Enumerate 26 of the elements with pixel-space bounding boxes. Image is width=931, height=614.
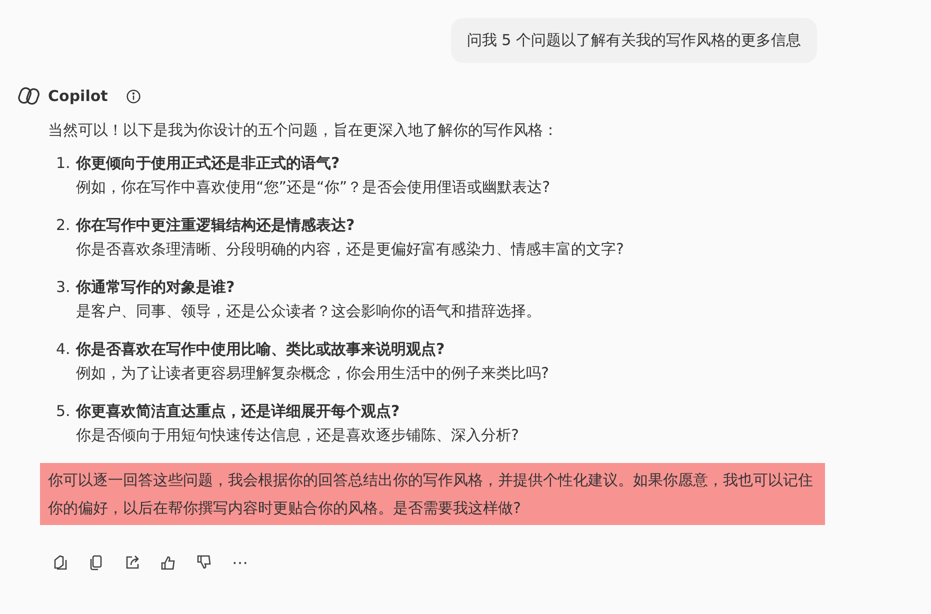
user-message: 问我 5 个问题以了解有关我的写作风格的更多信息 (450, 18, 817, 63)
assistant-name: Copilot (48, 87, 108, 105)
closing-text: 你可以逐一回答这些问题，我会根据你的回答总结出你的写作风格，并提供个性化建议。如果你愿意，我也可以记住你的偏好，以后在帮你撰写内容时更贴合你的风格。是否需要我这样做? (40, 463, 825, 525)
question-detail: 是客户、同事、领导，还是公众读者？这会影响你的语气和措辞选择。 (76, 301, 541, 322)
question-detail: 例如，你在写作中喜欢使用“您”还是“你”？是否会使用俚语或幽默表达? (76, 177, 550, 198)
share-icon[interactable] (124, 554, 141, 571)
info-icon[interactable] (126, 88, 141, 104)
question-title: 你是否喜欢在写作中使用比喻、类比或故事来说明观点? (76, 339, 446, 360)
list-number: 2. (56, 215, 72, 236)
list-number: 5. (56, 401, 72, 422)
list-number: 3. (56, 277, 72, 298)
thumbs-up-icon[interactable] (160, 554, 177, 571)
question-detail: 你是否喜欢条理清晰、分段明确的内容，还是更偏好富有感染力、情感丰富的文字? (76, 239, 624, 260)
question-title: 你在写作中更注重逻辑结构还是情感表达? (76, 215, 356, 236)
copilot-logo-icon (18, 85, 40, 107)
question-title: 你通常写作的对象是谁? (76, 277, 236, 298)
list-number: 4. (56, 339, 72, 360)
question-detail: 例如，为了让读者更容易理解复杂概念，你会用生活中的例子来类比吗? (76, 363, 549, 384)
question-title: 你更倾向于使用正式还是非正式的语气? (76, 153, 341, 174)
question-title: 你更喜欢简洁直达重点，还是详细展开每个观点? (76, 401, 401, 422)
question-detail: 你是否倾向于用短句快速传达信息，还是喜欢逐步铺陈、深入分析? (76, 425, 519, 446)
list-number: 1. (56, 153, 72, 174)
intro-text: 当然可以！以下是我为你设计的五个问题，旨在更深入地了解你的写作风格： (48, 120, 559, 141)
pages-icon[interactable] (52, 554, 69, 571)
more-button[interactable]: ⋯ (232, 553, 248, 572)
thumbs-down-icon[interactable] (196, 554, 213, 571)
